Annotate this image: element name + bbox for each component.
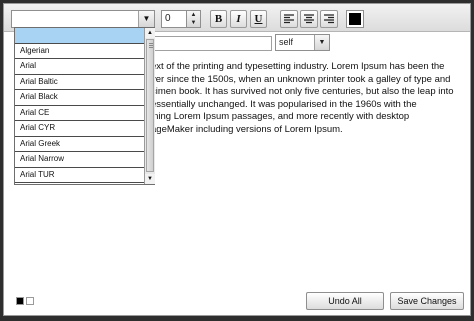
editor-line: ext of the printing and typesetting indu… (151, 61, 445, 72)
editor-line: cimen book. It has survived not only fiv… (151, 86, 454, 97)
underline-button[interactable]: U (250, 10, 267, 28)
align-center-icon (304, 14, 314, 24)
font-option[interactable]: Arial Greek (15, 137, 144, 152)
align-left-icon (284, 14, 294, 24)
font-size-input[interactable]: 0 (161, 10, 187, 28)
scroll-up-icon[interactable]: ▲ (145, 28, 155, 38)
link-url-input[interactable] (154, 36, 272, 51)
align-right-icon (324, 14, 334, 24)
font-option[interactable]: Algerian (15, 44, 144, 59)
scroll-down-icon[interactable]: ▼ (145, 174, 155, 184)
grip-icon (149, 43, 153, 44)
font-option[interactable]: Arial TUR (15, 168, 144, 183)
font-option[interactable]: Arial (15, 59, 144, 75)
font-option[interactable]: Arial Baltic (15, 75, 144, 90)
font-option[interactable]: Arial Black (15, 90, 144, 106)
dropdown-scrollbar[interactable]: ▲ ▼ (144, 28, 155, 184)
align-center-button[interactable] (300, 10, 318, 28)
font-option-empty[interactable] (15, 28, 144, 44)
font-family-value (12, 16, 15, 26)
editor-line: ining Lorem Ipsum passages, and more rec… (151, 111, 410, 122)
chevron-down-icon[interactable]: ▼ (138, 11, 154, 27)
text-editor-area[interactable]: ext of the printing and typesetting indu… (151, 61, 461, 136)
italic-button[interactable]: I (230, 10, 247, 28)
white-swatch[interactable] (26, 297, 34, 305)
bold-button[interactable]: B (210, 10, 227, 28)
align-right-button[interactable] (320, 10, 338, 28)
editor-window: ▼ 0 ▲ ▼ B I U self ▼ ext of the printing… (3, 3, 471, 316)
font-family-dropdown[interactable]: Algerian Arial Arial Baltic Arial Black … (14, 27, 155, 185)
black-swatch[interactable] (16, 297, 24, 305)
font-family-select[interactable]: ▼ (11, 10, 155, 28)
font-option[interactable]: Arial CYR (15, 121, 144, 137)
link-target-value: self (279, 37, 294, 47)
font-option[interactable]: Arial CE (15, 106, 144, 121)
editor-line: ageMaker including versions of Lorem Ips… (151, 123, 343, 135)
stepper-down-icon[interactable]: ▼ (187, 19, 200, 27)
chevron-down-icon[interactable]: ▼ (314, 35, 329, 50)
editor-line: ver since the 1500s, when an unknown pri… (151, 73, 451, 85)
font-option[interactable]: Arial Narrow (15, 152, 144, 168)
stepper-up-icon[interactable]: ▲ (187, 11, 200, 19)
scrollbar-thumb[interactable] (146, 39, 154, 172)
font-size-stepper[interactable]: ▲ ▼ (187, 10, 201, 28)
text-color-swatch (349, 13, 361, 25)
text-color-button[interactable] (346, 10, 364, 28)
font-option-list: Algerian Arial Arial Baltic Arial Black … (15, 28, 144, 183)
save-changes-button[interactable]: Save Changes (390, 292, 464, 310)
align-left-button[interactable] (280, 10, 298, 28)
undo-all-button[interactable]: Undo All (306, 292, 384, 310)
editor-line: essentially unchanged. It was popularise… (151, 98, 417, 110)
link-target-select[interactable]: self ▼ (275, 34, 330, 51)
